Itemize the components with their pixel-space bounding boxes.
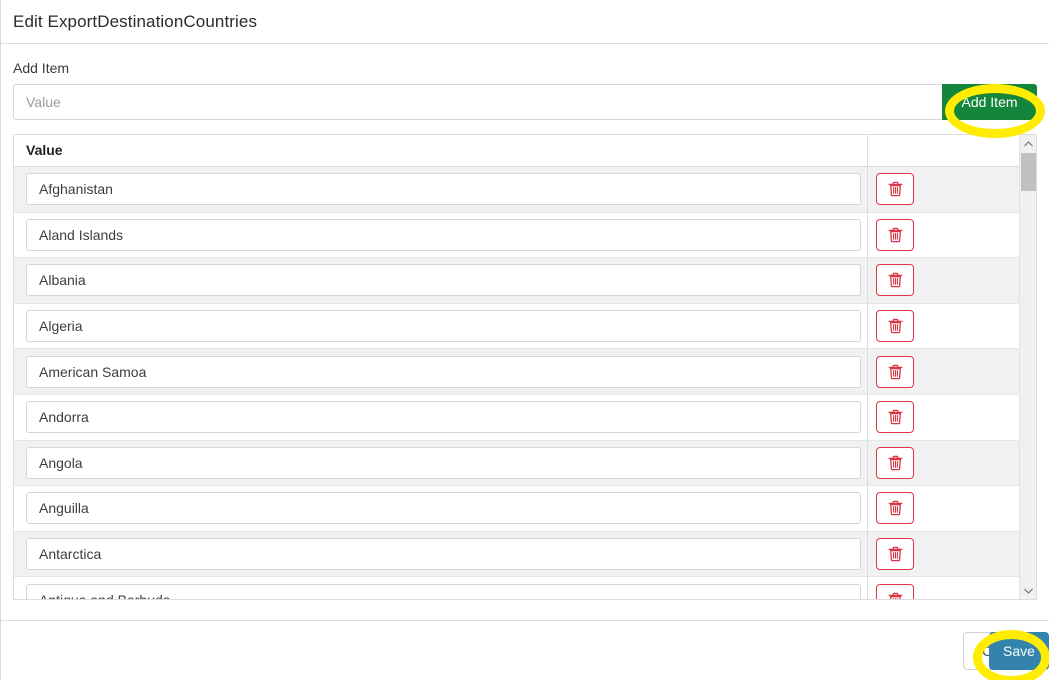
table-row	[14, 167, 1036, 213]
delete-item-button[interactable]	[876, 446, 914, 479]
add-item-row: Add Item	[13, 84, 1037, 120]
delete-item-button[interactable]	[876, 173, 914, 206]
cell-value	[14, 303, 868, 349]
cell-actions	[868, 258, 1036, 304]
table-body	[14, 167, 1036, 599]
modal-footer: Close Save	[1, 620, 1049, 680]
cell-actions	[868, 531, 1036, 577]
items-table: Value	[13, 134, 1037, 600]
column-header-value: Value	[14, 135, 868, 167]
cell-value	[14, 576, 868, 599]
item-value-input[interactable]	[26, 401, 861, 434]
table-scrollbar[interactable]	[1019, 135, 1036, 599]
delete-item-button[interactable]	[876, 218, 914, 251]
modal-header: Edit ExportDestinationCountries	[1, 0, 1049, 44]
cell-actions	[868, 167, 1036, 212]
delete-item-button[interactable]	[876, 355, 914, 388]
table-row	[14, 303, 1036, 350]
item-value-input[interactable]	[26, 218, 861, 251]
cell-actions	[868, 577, 1036, 599]
table-row	[14, 212, 1036, 259]
cell-actions	[868, 394, 1036, 440]
cell-actions	[868, 440, 1036, 486]
table-row	[14, 485, 1036, 532]
item-value-input[interactable]	[26, 446, 861, 479]
trash-icon	[888, 227, 903, 243]
trash-icon	[888, 455, 903, 471]
save-button[interactable]: Save	[989, 631, 1049, 670]
trash-icon	[888, 546, 903, 562]
cell-value	[14, 257, 868, 304]
trash-icon	[888, 318, 903, 334]
add-item-input[interactable]	[13, 84, 942, 120]
add-item-button[interactable]: Add Item	[942, 84, 1037, 120]
delete-item-button[interactable]	[876, 401, 914, 434]
item-value-input[interactable]	[26, 264, 861, 297]
table-row	[14, 531, 1036, 578]
item-value-input[interactable]	[26, 583, 861, 599]
page-title: Edit ExportDestinationCountries	[13, 11, 258, 31]
delete-item-button[interactable]	[876, 583, 914, 599]
scrollbar-thumb[interactable]	[1021, 153, 1036, 191]
table-row	[14, 348, 1036, 395]
delete-item-button[interactable]	[876, 264, 914, 297]
cell-actions	[868, 303, 1036, 349]
item-value-input[interactable]	[26, 538, 861, 571]
cell-value	[14, 348, 868, 395]
cell-value	[14, 485, 868, 532]
scroll-down-button[interactable]	[1020, 582, 1036, 599]
table-row	[14, 576, 1036, 599]
scroll-up-button[interactable]	[1020, 135, 1036, 152]
trash-icon	[888, 409, 903, 425]
edit-collection-modal: Edit ExportDestinationCountries Add Item…	[0, 0, 1049, 680]
item-value-input[interactable]	[26, 492, 861, 525]
table-row	[14, 394, 1036, 441]
trash-icon	[888, 500, 903, 516]
table-row	[14, 440, 1036, 487]
add-item-label: Add Item	[13, 60, 70, 76]
cell-actions	[868, 349, 1036, 395]
delete-item-button[interactable]	[876, 492, 914, 525]
trash-icon	[888, 364, 903, 380]
table-row	[14, 257, 1036, 304]
cell-actions	[868, 486, 1036, 532]
cell-value	[14, 167, 868, 213]
cell-value	[14, 394, 868, 441]
trash-icon	[888, 592, 903, 599]
delete-item-button[interactable]	[876, 310, 914, 343]
item-value-input[interactable]	[26, 310, 861, 343]
column-header-actions	[868, 135, 1036, 167]
cell-value	[14, 212, 868, 258]
item-value-input[interactable]	[26, 173, 861, 206]
cell-actions	[868, 212, 1036, 258]
table-header-row: Value	[14, 135, 1036, 167]
trash-icon	[888, 181, 903, 197]
delete-item-button[interactable]	[876, 538, 914, 571]
item-value-input[interactable]	[26, 355, 861, 388]
cell-value	[14, 531, 868, 577]
modal-body: Add Item Add Item Value	[1, 44, 1049, 620]
trash-icon	[888, 272, 903, 288]
cell-value	[14, 440, 868, 486]
